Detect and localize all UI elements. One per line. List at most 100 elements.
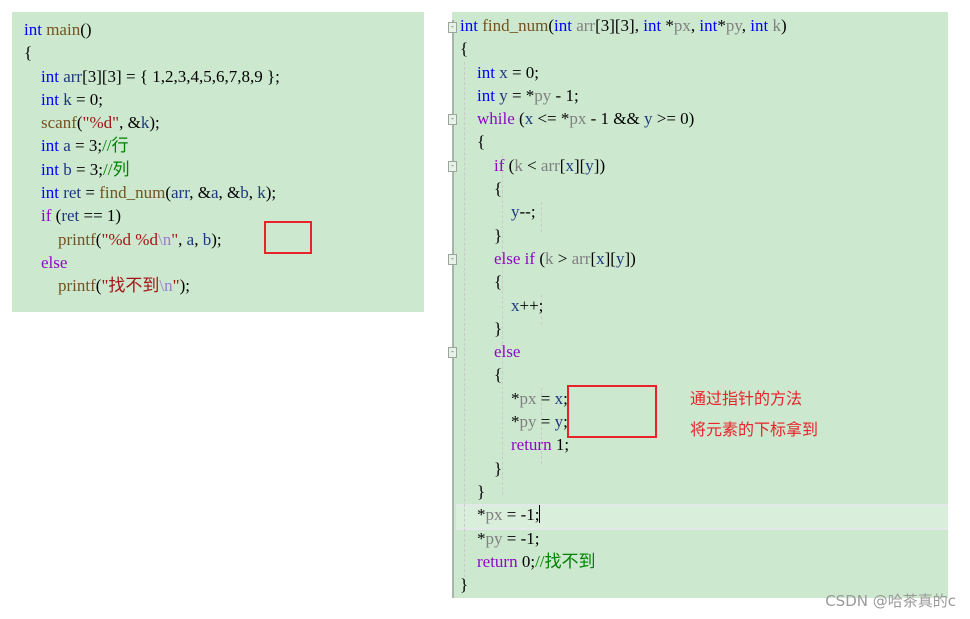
code-token: * [460,528,486,548]
code-token: a [58,136,71,156]
code-token: x [554,388,564,408]
code-token: == 1) [79,206,122,226]
code-token: //行 [102,136,129,156]
code-token: [3][3], [595,16,644,35]
code-token: ++; [519,295,544,315]
code-token: b [240,183,249,203]
code-token: { [460,365,503,385]
code-line: int b = 3;//列 [24,158,280,181]
code-token: ( [504,155,515,175]
code-token: printf [24,229,96,249]
code-token: y [585,155,594,175]
code-line: int main() [24,18,280,41]
fold-toggle-icon[interactable]: - [448,347,457,358]
code-line: printf("%d %d\n", a, b); [24,228,280,251]
code-line: { [460,363,787,386]
fold-toggle-icon[interactable]: - [448,254,457,265]
code-token: ( [535,248,545,268]
code-token: = [536,388,555,408]
code-token: int [24,20,42,39]
code-line: int x = 0; [460,61,787,84]
code-token: ( [514,109,525,129]
code-token: { [460,132,486,152]
code-token: } [460,225,503,245]
code-token: x [494,62,508,82]
code-token: , [194,229,203,249]
code-token: //找不到 [535,551,596,571]
code-line: int ret = find_num(arr, &a, &b, k); [24,181,280,204]
code-token: ); [211,229,222,249]
code-token: x [596,248,605,268]
code-token: y [644,109,653,129]
code-token: return [460,435,552,455]
code-token: = -1; [502,528,540,548]
code-line: else [24,251,280,274]
code-token: x [565,155,574,175]
main-code-panel: int main(){ int arr[3][3] = { 1,2,3,4,5,… [12,12,424,312]
code-token: ]) [593,155,606,175]
code-line: int arr[3][3] = { 1,2,3,4,5,6,7,8,9 }; [24,65,280,88]
code-token: < [522,155,541,175]
fold-toggle-icon[interactable]: - [448,22,457,33]
code-token: - 1; [551,85,579,105]
code-line: int find_num(int arr[3][3], int *px, int… [460,14,787,37]
code-token: k [58,89,72,109]
code-token: ret [61,206,80,226]
code-line: y--; [460,200,787,223]
code-token: py [725,16,742,35]
code-line: } [460,224,787,247]
code-token: >= 0) [652,109,695,129]
code-token: find_num [99,183,166,203]
code-token: main [41,20,81,39]
code-line: { [460,177,787,200]
code-token: //列 [103,159,130,179]
code-token: k [514,155,523,175]
code-token: printf [24,276,96,296]
code-token: int [643,16,662,35]
code-token: = [536,412,555,432]
printf-args-highlight-box [264,221,312,254]
code-token: int [24,136,59,156]
code-token: } [460,458,503,478]
code-token: px [485,505,503,525]
code-token: } [460,575,469,595]
code-token: arr [540,155,560,175]
code-token: <= * [533,109,570,129]
find-num-code-panel: - - - - - int find_num ( int arr [3][3], in… [448,12,948,598]
annotation-line-1: 通过指针的方法 [690,389,803,408]
code-token: arr [58,66,83,86]
code-token: py [519,412,537,432]
code-line: { [460,270,787,293]
code-token: = -1; [502,505,540,525]
code-token: = 3; [71,159,104,179]
code-token: x [460,295,520,315]
code-token: px [673,16,691,35]
code-token: * [717,16,726,35]
code-token: y [460,202,520,222]
code-token: y [494,85,508,105]
code-line: { [24,41,280,64]
code-token: px [569,109,587,129]
find-num-function-code[interactable]: int find_num(int arr[3][3], int *px, int… [460,14,787,596]
code-line: if (ret == 1) [24,204,280,227]
code-token: px [519,388,537,408]
fold-toggle-icon[interactable]: - [448,114,457,125]
code-token: ); [265,183,277,203]
code-token: --; [519,202,536,222]
fold-toggle-icon[interactable]: - [448,161,457,172]
code-token: "%d %d [101,229,158,249]
code-token: () [80,20,92,39]
code-token: { [24,43,33,63]
code-token: k [545,248,554,268]
code-token: \n [159,276,173,296]
code-token: } [460,481,486,501]
code-token: int [24,159,59,179]
code-line: while (x <= *px - 1 && y >= 0) [460,107,787,130]
code-token: \n [157,229,172,249]
code-token: int [460,62,495,82]
code-token: find_num [477,16,549,35]
code-token: py [485,528,503,548]
code-token: k [768,16,781,35]
code-token: = 0; [71,89,104,109]
code-token: { [460,179,503,199]
